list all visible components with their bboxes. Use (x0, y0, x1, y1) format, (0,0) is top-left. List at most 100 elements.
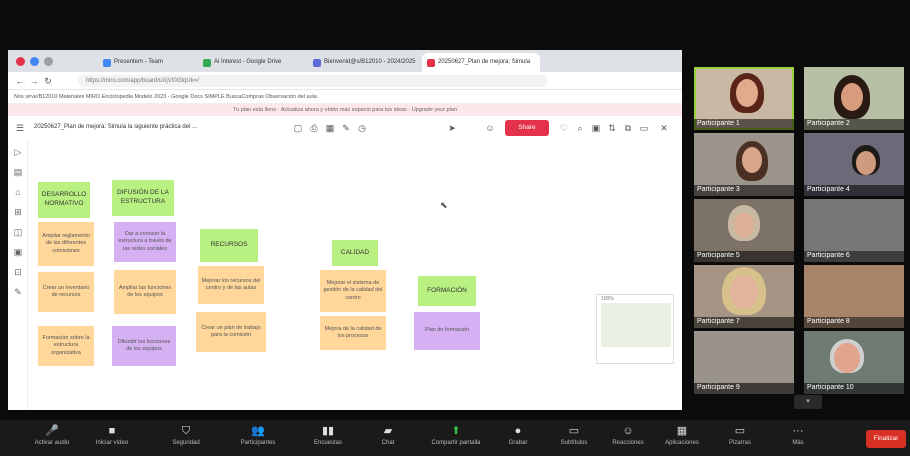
mute-button[interactable]: 🎤 Activar audio (22, 424, 82, 454)
print-icon[interactable]: ⎙ (308, 122, 320, 134)
participant-tile[interactable]: Participante 10 (804, 331, 904, 394)
record-button[interactable]: ● Grabar (488, 424, 548, 454)
whiteboard-button[interactable]: ▭ Pizarras (710, 424, 770, 454)
grid-icon[interactable]: ▦ (324, 122, 336, 134)
polls-button[interactable]: ▮▮ Encuestas (298, 424, 358, 454)
more-icon: ··· (792, 425, 804, 437)
browser-tab-active[interactable]: 20250627_Plan de mejora; Simula (422, 53, 540, 72)
share-button[interactable]: Share (505, 120, 549, 136)
close-icon[interactable]: ✕ (658, 122, 670, 134)
shield-icon: ⛉ (181, 425, 191, 437)
more-button[interactable]: ··· Más (768, 424, 828, 454)
participant-tile[interactable]: Participante 1 (694, 67, 794, 130)
sticky-note[interactable]: Mejorar el sistema de gestión de la cali… (320, 270, 386, 312)
browser-tab[interactable]: Ai Interest - Google Drive (198, 53, 302, 72)
pen-icon[interactable]: ✎ (12, 286, 24, 298)
tab-favicon-icon (203, 59, 211, 67)
captions-icon: ▭ (568, 425, 580, 437)
gallery-toggle-button[interactable]: ▾ (794, 395, 822, 409)
browser-tab-bar: Presentem - Team Ai Interest - Google Dr… (8, 50, 682, 72)
sticky-note[interactable]: Crear un inventario de recursos (38, 272, 94, 312)
tab-label: 20250627_Plan de mejora; Simula (438, 59, 531, 65)
shapes-icon[interactable]: ◫ (12, 226, 24, 238)
app-icon[interactable] (44, 57, 53, 66)
participant-tile[interactable]: Participante 7 (694, 265, 794, 328)
participant-name: Participante 2 (804, 119, 904, 130)
participant-tile[interactable]: Participante 8 (804, 265, 904, 328)
sticky-note[interactable]: Plan de formación (414, 312, 480, 350)
home-icon[interactable]: ⌂ (12, 186, 24, 198)
sticky-note[interactable]: Formación sobre la estructura organizati… (38, 326, 94, 366)
reactions-button[interactable]: ☺ Reacciones (598, 424, 658, 454)
sticky-note[interactable]: Crear un plan de trabajo para la comisió… (196, 312, 266, 352)
participant-tile[interactable]: Participante 2 (804, 67, 904, 130)
chat-button[interactable]: ▰ Chat (358, 424, 418, 454)
minimap[interactable]: 100% (596, 294, 674, 364)
table-icon[interactable]: ⊞ (12, 206, 24, 218)
captions-button[interactable]: ▭ Subtítulos (544, 424, 604, 454)
pen-icon[interactable]: ✎ (340, 122, 352, 134)
sticky-note[interactable]: CALIDAD (332, 240, 378, 266)
sticky-note[interactable]: Dar a conocer la estructura a través de … (114, 222, 176, 262)
sticky-note[interactable]: Ampliar las funciones de los equipos (114, 270, 176, 314)
tab-favicon-icon (313, 59, 321, 67)
poll-icon: ▮▮ (321, 425, 335, 437)
search-icon[interactable]: ⌕ (574, 122, 586, 134)
sticky-note[interactable]: DESARROLLO NORMATIVO (38, 182, 90, 218)
record-icon: ● (514, 425, 522, 437)
frames-icon[interactable]: ▣ (590, 122, 602, 134)
select-icon[interactable]: ▷ (12, 146, 24, 158)
back-icon[interactable]: ← (14, 75, 26, 87)
share-screen-button[interactable]: ⬆ Compartir pantalla (426, 424, 486, 454)
participant-name: Participante 6 (804, 251, 904, 262)
participant-name: Participante 1 (694, 119, 794, 130)
user-icon[interactable]: ☺ (484, 122, 496, 134)
sticky-note[interactable]: Mejora de la calidad de los procesos (320, 316, 386, 350)
sticky-note[interactable]: Ampliar reglamento de las diferentes com… (38, 222, 94, 266)
frame-icon[interactable]: ⊡ (12, 266, 24, 278)
reload-icon[interactable]: ↻ (42, 75, 54, 87)
timer-icon[interactable]: ◷ (356, 122, 368, 134)
tab-label: Presentem - Team (114, 59, 163, 65)
whiteboard-icon: ▭ (734, 425, 746, 437)
end-meeting-button[interactable]: Finalizar (866, 430, 906, 448)
note-icon[interactable]: ▣ (12, 246, 24, 258)
video-button[interactable]: ■ Iniciar vídeo (82, 424, 142, 454)
sticky-note[interactable]: Difundir las funciones de los equipos (112, 326, 176, 366)
templates-icon[interactable]: ▤ (12, 166, 24, 178)
forward-icon[interactable]: → (28, 75, 40, 87)
reactions-icon[interactable]: ♡ (558, 122, 570, 134)
board-canvas[interactable]: DESARROLLO NORMATIVO DIFUSIÓN DE LA ESTR… (28, 140, 682, 410)
participant-tile[interactable]: Participante 6 (804, 199, 904, 262)
miro-app-icon[interactable] (16, 57, 25, 66)
copy-icon[interactable]: ⧉ (622, 122, 634, 134)
frame-icon[interactable]: ▢ (292, 122, 304, 134)
mic-icon: 🎤 (45, 425, 59, 437)
app-icon[interactable] (30, 57, 39, 66)
board-title[interactable]: 20250627_Plan de mejora: Simula la sigui… (34, 124, 197, 130)
address-bar: ← → ↻ https://miro.com/app/board/uXjVI0G… (8, 72, 682, 90)
comment-icon[interactable]: ▭ (638, 122, 650, 134)
participant-tile[interactable]: Participante 4 (804, 133, 904, 196)
minimap-viewport (601, 303, 671, 347)
browser-tab[interactable]: Presentem - Team (98, 53, 196, 72)
bookmarks-bar: Nos sirve/B12010 Materiales MIRO Enciclo… (8, 90, 682, 104)
apps-button[interactable]: ▦ Aplicaciones (652, 424, 712, 454)
sticky-note[interactable]: RECURSOS (200, 229, 258, 262)
sort-icon[interactable]: ⇅ (606, 122, 618, 134)
participant-tile[interactable]: Participante 5 (694, 199, 794, 262)
url-input[interactable]: https://miro.com/app/board/uXjVI0GtqUk=/ (78, 75, 548, 87)
sticky-note[interactable]: Mejorar los recursos del centro y de las… (198, 266, 264, 304)
browser-tab[interactable]: Bienvenid@s/B12010 - 2024/2025 (308, 53, 420, 72)
people-icon: 👥 (251, 425, 265, 437)
participant-tile[interactable]: Participante 3 (694, 133, 794, 196)
menu-icon[interactable]: ☰ (14, 122, 26, 134)
sticky-note[interactable]: DIFUSIÓN DE LA ESTRUCTURA (112, 180, 174, 216)
upgrade-banner: Tu plan está lleno · Actualiza ahora y o… (8, 104, 682, 116)
participants-button[interactable]: 👥 Participantes (228, 424, 288, 454)
security-button[interactable]: ⛉ Seguridad (156, 424, 216, 454)
sticky-note[interactable]: FORMACIÓN (418, 276, 476, 306)
participant-tile[interactable]: Participante 9 (694, 331, 794, 394)
cursor-icon[interactable]: ➤ (446, 122, 458, 134)
tab-favicon-icon (103, 59, 111, 67)
